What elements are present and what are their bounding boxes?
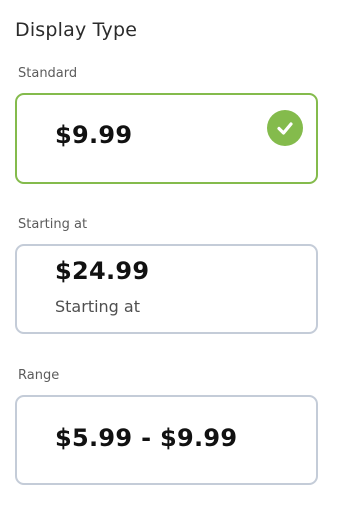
section-label-standard: Standard — [18, 66, 78, 81]
section-label-starting-at: Starting at — [18, 217, 88, 232]
option-card-starting-at[interactable]: $24.99 Starting at — [15, 244, 318, 334]
option-subtext-starting-at: Starting at — [55, 297, 140, 316]
section-label-range: Range — [18, 368, 60, 383]
check-circle-icon — [267, 110, 303, 146]
option-price-range: $5.99 - $9.99 — [55, 424, 238, 452]
page-title: Display Type — [15, 19, 138, 41]
option-price-starting-at: $24.99 — [55, 257, 150, 285]
option-price-standard: $9.99 — [55, 121, 133, 149]
option-card-range[interactable]: $5.99 - $9.99 — [15, 395, 318, 485]
option-card-standard[interactable]: $9.99 — [15, 93, 318, 184]
